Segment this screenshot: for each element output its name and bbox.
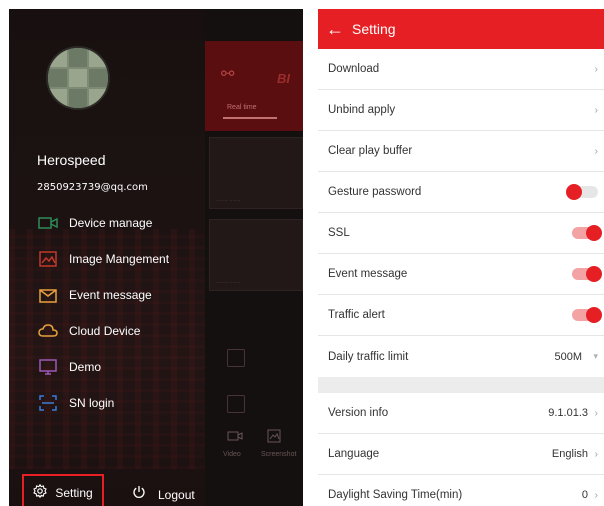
image-icon — [37, 250, 59, 268]
background-app-tab-realtime: Real time — [227, 104, 257, 111]
row-label: Event message — [328, 268, 408, 280]
background-icon — [227, 395, 245, 413]
settings-row-event-message: Event message — [318, 254, 604, 295]
avatar[interactable] — [46, 46, 110, 110]
background-icon — [227, 349, 245, 367]
camera-icon — [37, 214, 59, 232]
barcode-icon — [37, 394, 59, 412]
row-label: Gesture password — [328, 186, 422, 198]
video-icon — [227, 429, 245, 447]
background-camera-tile: ······· ······· — [209, 137, 303, 209]
ssl-toggle[interactable] — [572, 225, 602, 241]
person-icon: ⚯ — [221, 66, 235, 83]
setting-button[interactable]: Setting — [22, 474, 104, 506]
menu-item-label: Demo — [69, 360, 102, 374]
settings-row-language[interactable]: Language English › — [318, 434, 604, 475]
section-divider — [318, 377, 604, 393]
settings-row-unbind-apply[interactable]: Unbind apply › — [318, 90, 604, 131]
language-value: English — [551, 448, 588, 460]
row-label: Daylight Saving Time(min) — [328, 489, 463, 501]
power-icon — [132, 485, 146, 504]
setting-label: Setting — [55, 486, 93, 500]
chevron-right-icon: › — [594, 407, 598, 419]
chevron-right-icon: › — [594, 104, 598, 116]
settings-row-traffic-alert: Traffic alert — [318, 295, 604, 336]
row-label: Download — [328, 63, 380, 75]
menu-item-label: SN login — [69, 396, 115, 410]
chevron-down-icon: ▾ — [593, 351, 598, 361]
logout-label: Logout — [158, 487, 195, 502]
menu-item-image-mangement[interactable]: Image Mangement — [37, 247, 169, 271]
gear-icon — [33, 483, 48, 503]
row-label: Clear play buffer — [328, 145, 413, 157]
menu-item-event-message[interactable]: Event message — [37, 283, 152, 307]
row-label: Unbind apply — [328, 104, 396, 116]
cloud-icon — [37, 322, 59, 340]
menu-item-label: Device manage — [69, 216, 153, 230]
camera-tile-label: ······· ······· — [216, 280, 241, 286]
screenshot-icon — [267, 429, 285, 447]
background-app-brand: BI — [277, 71, 290, 86]
page-title: Setting — [352, 21, 396, 37]
settings-screen: ← Setting Download › Unbind apply › Clea… — [318, 9, 604, 506]
menu-item-label: Cloud Device — [69, 324, 141, 338]
row-label: Daily traffic limit — [328, 350, 409, 363]
version-value: 9.1.01.3 — [548, 407, 588, 419]
menu-item-demo[interactable]: Demo — [37, 355, 101, 379]
menu-item-device-manage[interactable]: Device manage — [37, 211, 152, 235]
settings-row-download[interactable]: Download › — [318, 49, 604, 90]
row-label: Traffic alert — [328, 309, 385, 321]
menu-item-cloud-device[interactable]: Cloud Device — [37, 319, 140, 343]
menu-item-label: Event message — [69, 288, 152, 302]
background-camera-tile: ······· ······· — [209, 219, 303, 291]
settings-header: ← Setting — [318, 9, 604, 49]
toggle-knob — [586, 225, 602, 241]
settings-row-daylight-saving-time[interactable]: Daylight Saving Time(min) 0 › — [318, 475, 604, 506]
menu-item-sn-login[interactable]: SN login — [37, 391, 114, 415]
logout-button[interactable]: Logout — [132, 485, 195, 504]
daylight-saving-value: 0 — [581, 489, 588, 501]
background-tab-screenshot: Screenshot — [261, 451, 297, 458]
traffic-alert-toggle[interactable] — [572, 307, 602, 323]
row-label: Version info — [328, 407, 389, 419]
settings-row-version-info[interactable]: Version info 9.1.01.3 › — [318, 393, 604, 434]
user-email: 2850923739@qq.com — [37, 182, 148, 193]
drawer-screen: ⚯ BI Real time ······· ······· ······· ·… — [9, 9, 303, 506]
settings-row-ssl: SSL — [318, 213, 604, 254]
chevron-right-icon: › — [594, 489, 598, 501]
background-tab-video: Video — [223, 451, 241, 458]
settings-row-gesture-password: Gesture password — [318, 172, 604, 213]
event-message-toggle[interactable] — [572, 266, 602, 282]
toggle-knob — [586, 266, 602, 282]
tab-underline — [223, 117, 277, 119]
chevron-right-icon: › — [594, 63, 598, 75]
chevron-right-icon: › — [594, 145, 598, 157]
gesture-password-toggle[interactable] — [566, 184, 598, 200]
toggle-knob — [566, 184, 582, 200]
toggle-knob — [586, 307, 602, 323]
row-label: SSL — [328, 227, 350, 239]
user-name: Herospeed — [37, 152, 106, 168]
chevron-right-icon: › — [594, 448, 598, 460]
daily-traffic-limit-value: 500M — [554, 350, 582, 363]
envelope-icon — [37, 286, 59, 304]
camera-tile-label: ······· ······· — [216, 198, 241, 204]
row-label: Language — [328, 448, 380, 460]
settings-row-clear-play-buffer[interactable]: Clear play buffer › — [318, 131, 604, 172]
monitor-icon — [37, 358, 59, 376]
settings-row-daily-traffic-limit[interactable]: Daily traffic limit 500M ▾ — [318, 336, 604, 377]
back-arrow-icon[interactable]: ← — [326, 20, 344, 38]
menu-item-label: Image Mangement — [69, 252, 170, 266]
